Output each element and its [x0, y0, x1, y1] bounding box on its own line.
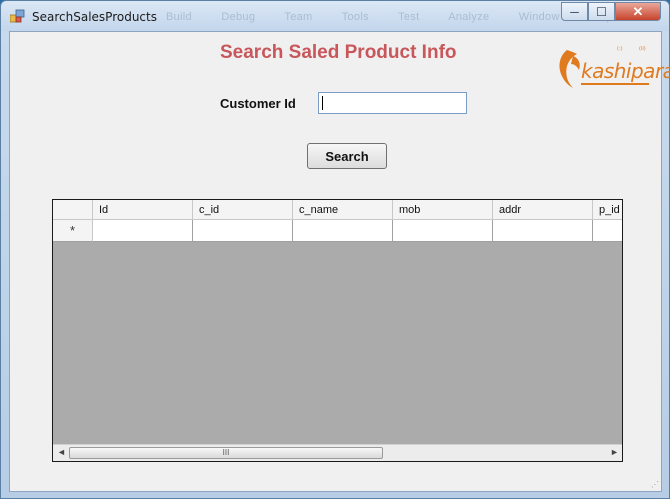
column-header-id[interactable]: Id [93, 200, 193, 220]
ghost-menu-item: Debug [221, 11, 256, 23]
svg-text:(:): (:) [617, 46, 623, 52]
scrollbar-thumb[interactable]: III [69, 447, 383, 459]
grid-cell[interactable] [393, 220, 493, 242]
text-caret [322, 96, 323, 110]
ghost-menu-item: Analyze [448, 11, 490, 23]
table-row: * [53, 220, 622, 242]
logo-underline [581, 83, 649, 85]
main-window: SearchSalesProducts Build Debug Team Too… [0, 0, 670, 499]
grid-corner-header[interactable] [53, 200, 93, 220]
svg-text:(ii): (ii) [639, 46, 646, 52]
title-bar[interactable]: SearchSalesProducts Build Debug Team Too… [1, 1, 669, 31]
close-button[interactable]: ✕ [615, 2, 661, 21]
ghost-menu-item: Test [398, 11, 420, 23]
column-header-mob[interactable]: mob [393, 200, 493, 220]
logo-wordmark: kashipara [581, 59, 670, 83]
page-title: Search Saled Product Info [220, 42, 457, 63]
scroll-right-icon[interactable]: ► [610, 447, 619, 457]
grid-cell[interactable] [293, 220, 393, 242]
column-header-c-name[interactable]: c_name [293, 200, 393, 220]
app-icon [10, 9, 25, 23]
grid-cell[interactable] [193, 220, 293, 242]
column-header-p-id[interactable]: p_id [593, 200, 622, 220]
grid-cell[interactable] [93, 220, 193, 242]
resize-grip-icon[interactable]: ⋰ [651, 480, 659, 489]
ghost-menu-item: Tools [341, 11, 369, 23]
search-button[interactable]: Search [307, 143, 387, 169]
maximize-button[interactable]: ☐ [588, 2, 615, 21]
ghost-menu-item: Team [284, 11, 313, 23]
ghost-menu-item: Window [518, 11, 560, 23]
ghost-menu-item: Build [166, 11, 192, 23]
minimize-button[interactable]: ─ [561, 2, 588, 21]
customer-id-input[interactable] [318, 92, 467, 114]
horizontal-scrollbar[interactable]: ◄ III ► [53, 444, 622, 461]
scroll-left-icon[interactable]: ◄ [57, 447, 66, 457]
grid-cell[interactable] [493, 220, 593, 242]
window-title: SearchSalesProducts [32, 10, 157, 24]
form-client-area: Search Saled Product Info (:) (ii) kashi… [9, 31, 670, 492]
grid-header-row: Id c_id c_name mob addr p_id [53, 200, 622, 220]
new-row-marker[interactable]: * [53, 220, 93, 242]
column-header-c-id[interactable]: c_id [193, 200, 293, 220]
customer-id-label: Customer Id [220, 96, 296, 111]
column-header-addr[interactable]: addr [493, 200, 593, 220]
grid-cell[interactable] [593, 220, 622, 242]
results-grid[interactable]: Id c_id c_name mob addr p_id * ◄ III ► [52, 199, 623, 462]
